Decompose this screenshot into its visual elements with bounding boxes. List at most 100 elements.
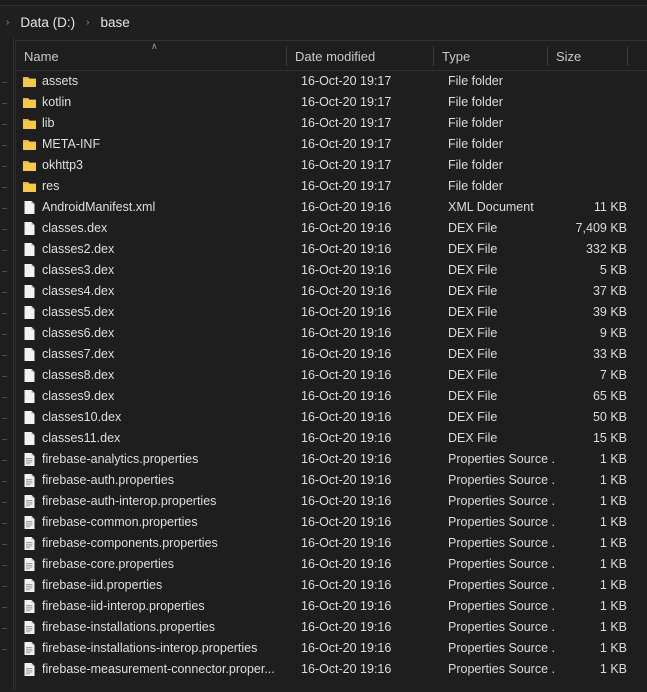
table-row[interactable]: firebase-core.properties 16-Oct-20 19:16 P… (16, 554, 647, 575)
file-name-cell: classes7.dex (42, 347, 115, 361)
nav-item-edge[interactable] (2, 607, 7, 608)
breadcrumb-separator-icon[interactable]: › (80, 7, 95, 38)
table-row[interactable]: classes3.dex 16-Oct-20 19:16 DEX File 5 KB (16, 260, 647, 281)
type-cell: DEX File (448, 221, 498, 235)
table-row[interactable]: firebase-measurement-connector.proper...… (16, 659, 647, 680)
table-row[interactable]: classes10.dex 16-Oct-20 19:16 DEX File 50 K… (16, 407, 647, 428)
table-row[interactable]: firebase-installations.properties 16-Oct-… (16, 617, 647, 638)
file-name-cell: firebase-analytics.properties (42, 452, 199, 466)
folder-icon (22, 179, 37, 194)
table-row[interactable]: classes.dex 16-Oct-20 19:16 DEX File 7,409 … (16, 218, 647, 239)
table-row[interactable]: okhttp3 16-Oct-20 19:17 File folder (16, 155, 647, 176)
nav-item-edge[interactable] (2, 292, 7, 293)
nav-item-edge[interactable] (2, 313, 7, 314)
nav-item-edge[interactable] (2, 82, 7, 83)
size-cell: 37 KB (592, 284, 627, 298)
column-header-name[interactable]: Name (16, 41, 294, 71)
table-row[interactable]: AndroidManifest.xml 16-Oct-20 19:16 XML Do… (16, 197, 647, 218)
nav-item-edge[interactable] (2, 250, 7, 251)
properties-file-icon (22, 662, 37, 677)
table-row[interactable]: firebase-iid-interop.properties 16-Oct-20… (16, 596, 647, 617)
nav-item-edge[interactable] (2, 187, 7, 188)
nav-item-edge[interactable] (2, 145, 7, 146)
breadcrumb-item-base[interactable]: base (95, 12, 134, 33)
nav-item-edge[interactable] (2, 103, 7, 104)
table-row[interactable]: classes6.dex 16-Oct-20 19:16 DEX File 9 KB (16, 323, 647, 344)
nav-item-edge[interactable] (2, 418, 7, 419)
nav-item-edge[interactable] (2, 271, 7, 272)
breadcrumb-separator-icon[interactable]: › (0, 7, 15, 38)
table-row[interactable]: META-INF 16-Oct-20 19:17 File folder (16, 134, 647, 155)
nav-item-edge[interactable] (2, 649, 7, 650)
breadcrumb-item-drive[interactable]: Data (D:) (15, 12, 80, 33)
nav-item-edge[interactable] (2, 397, 7, 398)
nav-item-edge[interactable] (2, 565, 7, 566)
nav-item-edge[interactable] (2, 376, 7, 377)
column-header-type[interactable]: Type (434, 41, 547, 71)
size-cell: 1 KB (599, 662, 627, 676)
table-row[interactable]: firebase-analytics.properties 16-Oct-20 1… (16, 449, 647, 470)
date-modified-cell: 16-Oct-20 19:17 (301, 137, 392, 151)
nav-item-edge[interactable] (2, 523, 7, 524)
date-modified-cell: 16-Oct-20 19:16 (301, 221, 392, 235)
table-row[interactable]: classes8.dex 16-Oct-20 19:16 DEX File 7 KB (16, 365, 647, 386)
nav-item-edge[interactable] (2, 544, 7, 545)
properties-file-icon (22, 536, 37, 551)
nav-item-edge[interactable] (2, 586, 7, 587)
type-cell: DEX File (448, 368, 498, 382)
table-row[interactable]: assets 16-Oct-20 19:17 File folder (16, 71, 647, 92)
table-row[interactable]: firebase-auth-interop.properties 16-Oct-2… (16, 491, 647, 512)
file-list-panel: ∧ Name Date modified Type Size assets 16-… (15, 40, 647, 691)
table-row[interactable]: res 16-Oct-20 19:17 File folder (16, 176, 647, 197)
file-icon (22, 200, 37, 215)
type-cell: DEX File (448, 431, 498, 445)
address-bar[interactable]: › Data (D:) › base (0, 7, 647, 38)
type-cell: DEX File (448, 326, 498, 340)
type-cell: File folder (448, 74, 503, 88)
file-name-cell: firebase-core.properties (42, 557, 175, 571)
navigation-pane-edge[interactable]: ) (0, 38, 14, 691)
column-header-size[interactable]: Size (548, 41, 627, 71)
properties-file-icon (22, 452, 37, 467)
table-row[interactable]: classes7.dex 16-Oct-20 19:16 DEX File 33 KB (16, 344, 647, 365)
file-icon (22, 284, 37, 299)
table-row[interactable]: classes5.dex 16-Oct-20 19:16 DEX File 39 KB (16, 302, 647, 323)
table-row[interactable]: firebase-components.properties 16-Oct-20 … (16, 533, 647, 554)
table-row[interactable]: lib 16-Oct-20 19:17 File folder (16, 113, 647, 134)
nav-item-edge[interactable] (2, 502, 7, 503)
nav-item-edge[interactable] (2, 439, 7, 440)
nav-item-edge[interactable] (2, 628, 7, 629)
table-row[interactable]: classes2.dex 16-Oct-20 19:16 DEX File 332 K… (16, 239, 647, 260)
table-row[interactable]: classes4.dex 16-Oct-20 19:16 DEX File 37 KB (16, 281, 647, 302)
nav-item-edge[interactable] (2, 208, 7, 209)
table-row[interactable]: classes9.dex 16-Oct-20 19:16 DEX File 65 KB (16, 386, 647, 407)
nav-item-edge[interactable] (2, 334, 7, 335)
size-cell: 15 KB (592, 431, 627, 445)
nav-item-edge[interactable] (2, 124, 7, 125)
properties-file-icon (22, 599, 37, 614)
table-row[interactable]: firebase-common.properties 16-Oct-20 19:1… (16, 512, 647, 533)
nav-item-edge[interactable] (2, 481, 7, 482)
table-row[interactable]: classes11.dex 16-Oct-20 19:16 DEX File 15 K… (16, 428, 647, 449)
window-top-strip (0, 0, 647, 6)
file-name-cell: classes8.dex (42, 368, 115, 382)
file-icon (22, 431, 37, 446)
file-name-cell: firebase-installations.properties (42, 620, 216, 634)
nav-item-edge[interactable] (2, 166, 7, 167)
nav-item-edge[interactable] (2, 355, 7, 356)
type-cell: File folder (448, 95, 503, 109)
table-row[interactable]: kotlin 16-Oct-20 19:17 File folder (16, 92, 647, 113)
file-icon (22, 326, 37, 341)
table-row[interactable]: firebase-installations-interop.propertie… (16, 638, 647, 659)
properties-file-icon (22, 515, 37, 530)
column-header-date-modified[interactable]: Date modified (287, 41, 433, 71)
date-modified-cell: 16-Oct-20 19:16 (301, 305, 392, 319)
nav-item-edge[interactable] (2, 460, 7, 461)
file-icon (22, 368, 37, 383)
table-row[interactable]: firebase-auth.properties 16-Oct-20 19:16 P… (16, 470, 647, 491)
table-row[interactable]: firebase-iid.properties 16-Oct-20 19:16 Pr… (16, 575, 647, 596)
nav-item-edge[interactable] (2, 229, 7, 230)
size-cell (556, 92, 627, 113)
file-name-cell: firebase-measurement-connector.proper... (42, 662, 275, 676)
column-divider[interactable] (627, 46, 628, 66)
